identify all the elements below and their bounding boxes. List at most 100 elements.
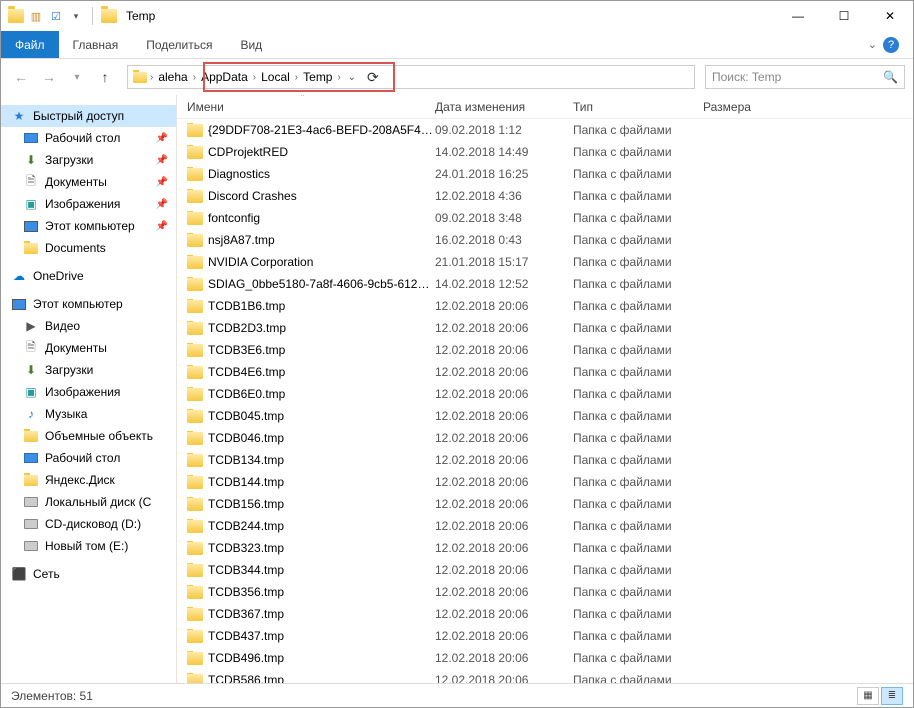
minimize-button[interactable]: — [775,1,821,31]
file-row[interactable]: TCDB244.tmp12.02.2018 20:06Папка с файла… [177,515,913,537]
sidebar-item[interactable]: 🗎Документы📌 [1,171,176,193]
file-row[interactable]: TCDB134.tmp12.02.2018 20:06Папка с файла… [177,449,913,471]
file-row[interactable]: TCDB3E6.tmp12.02.2018 20:06Папка с файла… [177,339,913,361]
file-date: 12.02.2018 20:06 [435,651,573,665]
file-area: ˆ Имени Дата изменения Тип Размера {29DD… [177,95,913,683]
view-details-button[interactable]: ≣ [881,687,903,705]
sidebar-item[interactable]: CD-дисковод (D:) [1,513,176,535]
sidebar-network[interactable]: ⬛ Сеть [1,563,176,585]
ribbon-chevron-icon[interactable]: ⌄ [868,38,877,51]
file-date: 12.02.2018 20:06 [435,563,573,577]
ribbon-tab-home[interactable]: Главная [59,31,133,58]
file-type: Папка с файлами [573,387,703,401]
sidebar-item[interactable]: ▣Изображения📌 [1,193,176,215]
breadcrumb-item[interactable]: Local [258,66,293,88]
file-row[interactable]: NVIDIA Corporation21.01.2018 15:17Папка … [177,251,913,273]
sort-indicator-icon: ˆ [301,95,304,103]
ribbon-tab-share[interactable]: Поделиться [132,31,226,58]
file-row[interactable]: Diagnostics24.01.2018 16:25Папка с файла… [177,163,913,185]
file-row[interactable]: TCDB367.tmp12.02.2018 20:06Папка с файла… [177,603,913,625]
address-dropdown-icon[interactable]: ⌄ [341,66,363,88]
column-header-type[interactable]: Тип [573,100,703,114]
file-type: Папка с файлами [573,651,703,665]
crumb-sep-icon[interactable]: › [293,72,300,83]
file-name: TCDB344.tmp [208,563,284,577]
file-row[interactable]: CDProjektRED14.02.2018 14:49Папка с файл… [177,141,913,163]
file-row[interactable]: SDIAG_0bbe5180-7a8f-4606-9cb5-612305...1… [177,273,913,295]
sidebar-item[interactable]: ▣Изображения [1,381,176,403]
sidebar-item[interactable]: Этот компьютер📌 [1,215,176,237]
refresh-button[interactable]: ⟳ [363,65,383,89]
crumb-sep-icon[interactable]: › [191,72,198,83]
file-name: TCDB496.tmp [208,651,284,665]
sidebar-thispc[interactable]: Этот компьютер [1,293,176,315]
file-row[interactable]: TCDB323.tmp12.02.2018 20:06Папка с файла… [177,537,913,559]
nav-up-button[interactable]: ↑ [93,65,117,89]
file-row[interactable]: TCDB344.tmp12.02.2018 20:06Папка с файла… [177,559,913,581]
column-header-size[interactable]: Размера [703,100,783,114]
sidebar-item[interactable]: ▶Видео [1,315,176,337]
help-button[interactable]: ? [883,37,899,53]
file-row[interactable]: TCDB496.tmp 12.02.2018 20:06Папка с файла… [177,647,913,669]
sidebar-item[interactable]: Рабочий стол [1,447,176,469]
file-row[interactable]: Discord Crashes12.02.2018 4:36Папка с фа… [177,185,913,207]
file-row[interactable]: TCDB144.tmp12.02.2018 20:06Папка с файла… [177,471,913,493]
maximize-button[interactable]: ☐ [821,1,867,31]
file-type: Папка с файлами [573,519,703,533]
app-folder-icon [7,7,25,25]
file-row[interactable]: {29DDF708-21E3-4ac6-BEFD-208A5F4B6B...09… [177,119,913,141]
sidebar-item[interactable]: Documents [1,237,176,259]
file-type: Папка с файлами [573,145,703,159]
file-row[interactable]: TCDB586.tmp12.02.2018 20:06Папка с файла… [177,669,913,683]
sidebar-item[interactable]: Локальный диск (С [1,491,176,513]
sidebar-item[interactable]: Рабочий стол📌 [1,127,176,149]
file-type: Папка с файлами [573,629,703,643]
breadcrumb-item[interactable]: Temp [300,66,335,88]
sidebar-onedrive[interactable]: ☁ OneDrive [1,265,176,287]
column-header-date[interactable]: Дата изменения [435,100,573,114]
file-row[interactable]: TCDB045.tmp12.02.2018 20:06Папка с файла… [177,405,913,427]
nav-history-dropdown[interactable]: ▾ [65,65,89,89]
breadcrumb-item[interactable]: aleha [155,66,190,88]
ribbon-tab-file[interactable]: Файл [1,31,59,58]
sidebar-item[interactable]: ♪Музыка [1,403,176,425]
file-row[interactable]: TCDB046.tmp12.02.2018 20:06Папка с файла… [177,427,913,449]
crumb-sep-icon[interactable]: › [148,72,155,83]
sidebar-label: OneDrive [33,269,84,283]
qat-properties-icon[interactable]: ▥ [27,7,45,25]
sidebar-item[interactable]: 🗎Документы [1,337,176,359]
nav-back-button[interactable]: ← [9,65,33,89]
breadcrumb-item[interactable]: AppData [198,66,251,88]
sidebar-quick-access[interactable]: ★ Быстрый доступ [1,105,176,127]
search-input[interactable]: Поиск: Temp 🔍 [705,65,905,89]
file-row[interactable]: TCDB2D3.tmp12.02.2018 20:06Папка с файла… [177,317,913,339]
folder-icon [187,410,203,423]
file-row[interactable]: nsj8A87.tmp16.02.2018 0:43Папка с файлам… [177,229,913,251]
qat-dropdown-icon[interactable]: ▾ [67,7,85,25]
ribbon-tab-view[interactable]: Вид [226,31,276,58]
sidebar-item[interactable]: ⬇Загрузки📌 [1,149,176,171]
sidebar-item[interactable]: Объемные объекть [1,425,176,447]
addressbar[interactable]: › aleha › AppData › Local › Temp › ⌄ ⟳ [127,65,695,89]
file-name: NVIDIA Corporation [208,255,313,269]
sidebar-item[interactable]: ⬇Загрузки [1,359,176,381]
sidebar-item[interactable]: Яндекс.Диск [1,469,176,491]
nav-forward-button[interactable]: → [37,65,61,89]
view-large-icons-button[interactable]: ▦ [857,687,879,705]
close-button[interactable]: ✕ [867,1,913,31]
file-row[interactable]: TCDB356.tmp12.02.2018 20:06Папка с файла… [177,581,913,603]
sidebar-item[interactable]: Новый том (E:) [1,535,176,557]
sidebar-item-label: Этот компьютер [45,219,135,233]
file-row[interactable]: TCDB1B6.tmp12.02.2018 20:06Папка с файла… [177,295,913,317]
qat-checkbox-icon[interactable]: ☑ [47,7,65,25]
file-row[interactable]: TCDB437.tmp12.02.2018 20:06Папка с файла… [177,625,913,647]
file-row[interactable]: TCDB4E6.tmp12.02.2018 20:06Папка с файла… [177,361,913,383]
file-row[interactable]: TCDB156.tmp12.02.2018 20:06Папка с файла… [177,493,913,515]
search-icon[interactable]: 🔍 [883,70,898,84]
column-header-name[interactable]: Имени [187,100,435,114]
file-row[interactable]: TCDB6E0.tmp12.02.2018 20:06Папка с файла… [177,383,913,405]
crumb-sep-icon[interactable]: › [251,72,258,83]
file-row[interactable]: fontconfig09.02.2018 3:48Папка с файлами [177,207,913,229]
folder-icon [187,476,203,489]
file-list[interactable]: {29DDF708-21E3-4ac6-BEFD-208A5F4B6B...09… [177,119,913,683]
